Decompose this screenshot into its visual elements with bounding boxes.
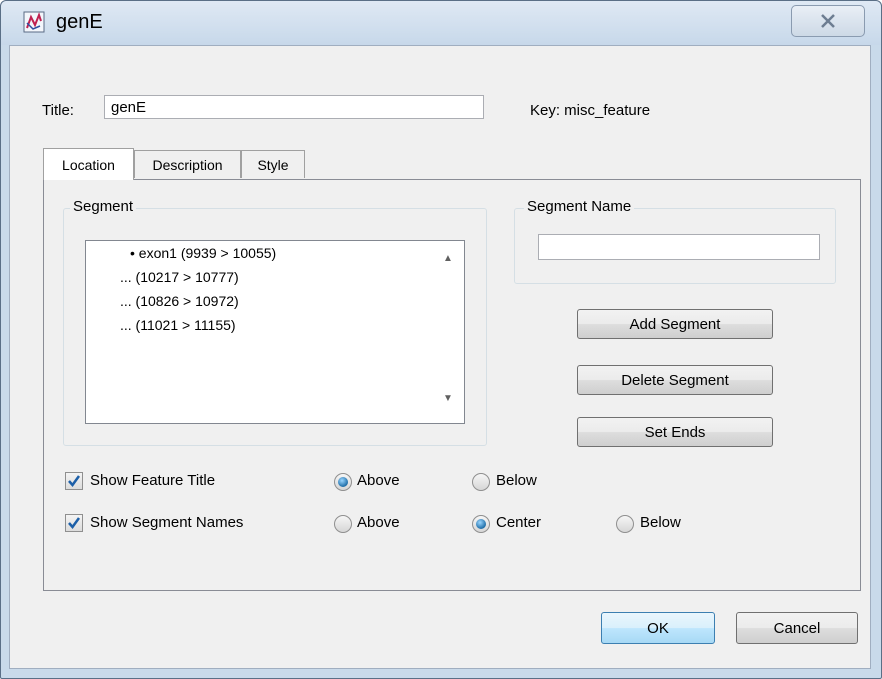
title-input[interactable] bbox=[104, 95, 484, 119]
list-item[interactable]: ... (10826 > 10972) bbox=[120, 293, 239, 309]
checkmark-icon bbox=[68, 475, 81, 488]
segment-names-below-radio[interactable] bbox=[616, 515, 634, 533]
scroll-up-icon[interactable]: ▲ bbox=[443, 253, 453, 264]
app-icon bbox=[23, 11, 45, 33]
feature-title-below-label: Below bbox=[496, 472, 537, 489]
tab-style[interactable]: Style bbox=[241, 150, 305, 178]
segment-list[interactable]: • exon1 (9939 > 10055) ... (10217 > 1077… bbox=[85, 240, 465, 424]
tab-location[interactable]: Location bbox=[43, 148, 134, 180]
checkmark-icon bbox=[68, 517, 81, 530]
close-button[interactable] bbox=[791, 5, 865, 37]
feature-title-above-label: Above bbox=[357, 472, 400, 489]
segment-names-center-label: Center bbox=[496, 514, 542, 531]
segment-names-above-label: Above bbox=[357, 514, 400, 531]
feature-title-above-radio[interactable] bbox=[334, 473, 352, 491]
list-scrollbar[interactable]: ▲ ▼ bbox=[434, 241, 464, 423]
set-ends-button[interactable]: Set Ends bbox=[577, 417, 773, 447]
list-item[interactable]: ... (10217 > 10777) bbox=[120, 269, 239, 285]
tab-description[interactable]: Description bbox=[134, 150, 241, 178]
list-item[interactable]: ... (11021 > 11155) bbox=[120, 317, 236, 333]
add-segment-button[interactable]: Add Segment bbox=[577, 309, 773, 339]
title-label: Title: bbox=[42, 102, 74, 119]
segment-names-center-radio[interactable] bbox=[472, 515, 490, 533]
segment-name-group-label: Segment Name bbox=[524, 198, 635, 215]
key-text: Key: misc_feature bbox=[530, 102, 651, 119]
cancel-button[interactable]: Cancel bbox=[736, 612, 858, 644]
show-feature-title-checkbox[interactable] bbox=[65, 472, 83, 490]
segment-names-above-radio[interactable] bbox=[334, 515, 352, 533]
ok-button[interactable]: OK bbox=[601, 612, 715, 644]
segment-group-label: Segment bbox=[70, 198, 137, 215]
window-title: genE bbox=[56, 11, 103, 33]
feature-title-below-radio[interactable] bbox=[472, 473, 490, 491]
scroll-down-icon[interactable]: ▼ bbox=[443, 393, 453, 404]
show-segment-names-checkbox[interactable] bbox=[65, 514, 83, 532]
segment-names-below-label: Below bbox=[640, 514, 681, 531]
show-feature-title-label: Show Feature Title bbox=[90, 472, 216, 489]
dialog-client-area: Title: Key: misc_feature Location Descri… bbox=[9, 45, 871, 669]
close-icon bbox=[821, 14, 835, 28]
title-bar[interactable]: genE bbox=[1, 1, 881, 45]
show-segment-names-label: Show Segment Names bbox=[90, 514, 244, 531]
delete-segment-button[interactable]: Delete Segment bbox=[577, 365, 773, 395]
list-item[interactable]: • exon1 (9939 > 10055) bbox=[130, 245, 276, 261]
segment-name-input[interactable] bbox=[538, 234, 820, 260]
